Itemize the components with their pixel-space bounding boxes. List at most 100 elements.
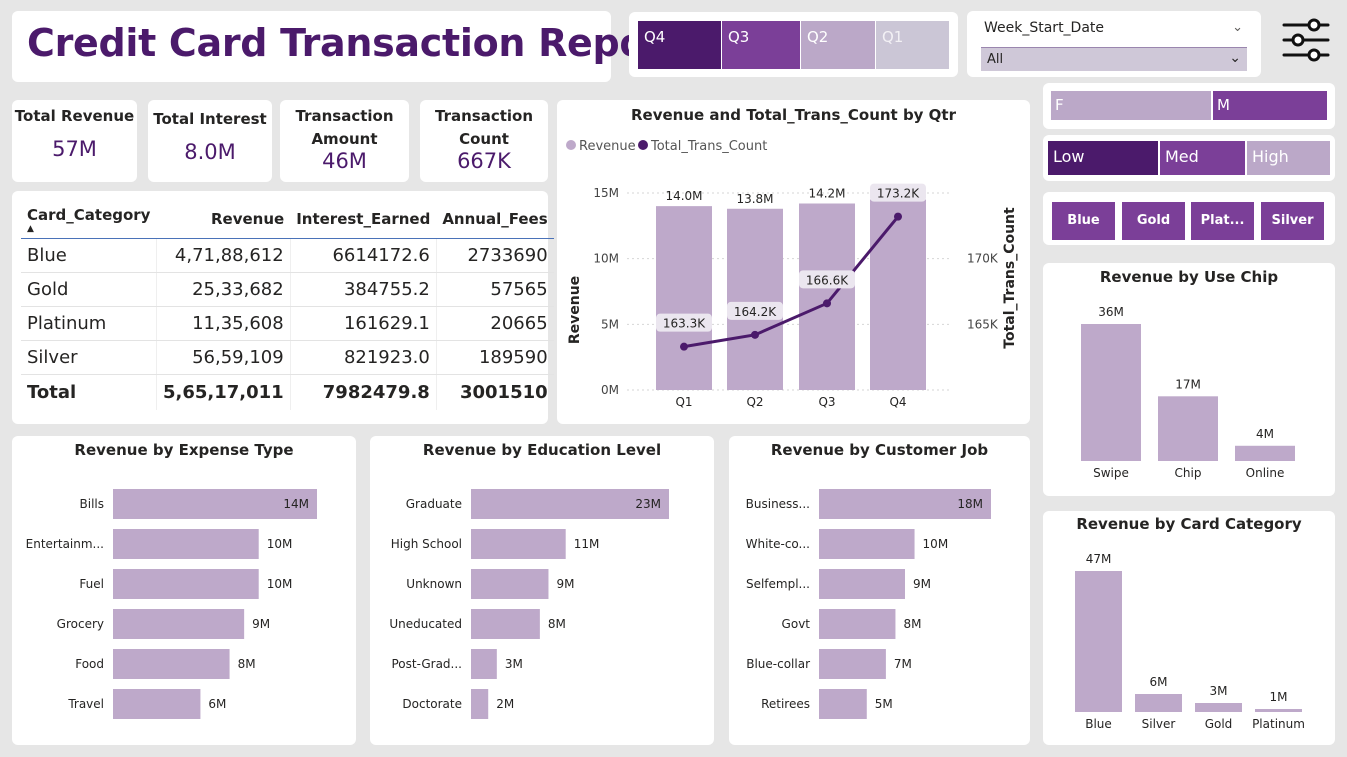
chart-legend: Revenue Total_Trans_Count xyxy=(566,139,767,154)
sort-ascending-icon[interactable]: ▲ xyxy=(27,224,150,233)
kpi-label: Transaction Amount xyxy=(295,107,394,148)
x-tick-label: Q2 xyxy=(746,395,763,409)
bar-travel[interactable] xyxy=(113,689,201,719)
data-label: 6M xyxy=(208,697,226,711)
revenue-by-customer-job-chart: Revenue by Customer Job Business... 18M Wh… xyxy=(729,436,1030,745)
bar-swipe[interactable] xyxy=(1081,324,1141,461)
y-axis-title: Revenue xyxy=(567,276,583,344)
bar-silver[interactable] xyxy=(1135,694,1182,712)
data-label: 3M xyxy=(1210,684,1228,698)
quarter-tile-q2[interactable]: Q2 xyxy=(801,21,875,69)
table-row[interactable]: Blue 4,71,88,612 6614172.6 2733690 xyxy=(21,238,554,273)
table-cell: Gold xyxy=(21,272,157,307)
data-label: 164.2K xyxy=(734,305,777,319)
card-category-svg: 47M Blue 6M Silver 3M Gold 1M Platinum xyxy=(1075,552,1305,731)
bar-doctorate[interactable] xyxy=(471,689,489,719)
bar-retirees[interactable] xyxy=(819,689,867,719)
income-tile-high[interactable]: High xyxy=(1247,141,1330,175)
y2-axis-title: Total_Trans_Count xyxy=(1002,207,1018,349)
gender-tile-m[interactable]: M xyxy=(1213,91,1327,120)
data-label: 166.6K xyxy=(806,273,849,287)
kpi-value: 8.0M xyxy=(184,140,236,164)
bar-food[interactable] xyxy=(113,649,230,679)
data-label: 3M xyxy=(505,657,523,671)
bar-platinum[interactable] xyxy=(1255,709,1302,712)
week-slicer-dropdown[interactable]: All ⌄ xyxy=(981,47,1247,71)
line-point[interactable] xyxy=(680,342,688,351)
bar-whiteco[interactable] xyxy=(819,529,915,559)
bar-revenue-q3[interactable] xyxy=(799,203,855,390)
income-tile-low[interactable]: Low xyxy=(1048,141,1158,175)
bar-grocery[interactable] xyxy=(113,609,245,639)
column-header-annual-fees[interactable]: Annual_Fees xyxy=(436,200,554,239)
table-total-row: Total 5,65,17,011 7982479.8 3001510 xyxy=(21,373,554,410)
column-header-revenue[interactable]: Revenue xyxy=(156,200,291,239)
data-label: 8M xyxy=(903,617,921,631)
table-row[interactable]: Silver 56,59,109 821923.0 189590 xyxy=(21,340,554,375)
bar-online[interactable] xyxy=(1235,445,1295,461)
category-label: Govt xyxy=(782,617,811,631)
category-label: Post-Grad... xyxy=(391,657,462,671)
sliders-icon[interactable] xyxy=(1280,13,1334,67)
card-tile-plat[interactable]: Plat... xyxy=(1191,202,1254,240)
column-header-interest-earned[interactable]: Interest_Earned xyxy=(290,200,437,239)
table-row[interactable]: Platinum 11,35,608 161629.1 20665 xyxy=(21,306,554,341)
combo-chart-svg: Revenue Total_Trans_Count 0M 5M 10M 15M 165K 17… xyxy=(566,139,1018,409)
line-point[interactable] xyxy=(751,330,759,339)
table-cell: 56,59,109 xyxy=(155,340,291,375)
quarter-tile-q4[interactable]: Q4 xyxy=(638,21,721,69)
kpi-label: Total Revenue xyxy=(14,107,135,125)
card-category-slicer: Blue Gold Plat... Silver xyxy=(1043,192,1335,245)
bar-selfempl[interactable] xyxy=(819,569,905,599)
category-label: Retirees xyxy=(761,697,810,711)
bar-entertainm[interactable] xyxy=(113,529,259,559)
x-tick-label: Platinum xyxy=(1252,717,1305,731)
category-label: Business... xyxy=(746,497,810,511)
bar-gold[interactable] xyxy=(1195,703,1242,712)
category-label: Travel xyxy=(67,697,104,711)
card-tile-silver[interactable]: Silver xyxy=(1261,202,1324,240)
data-label: 13.8M xyxy=(736,192,773,206)
education-level-svg: Graduate 23M High School 11M Unknown 9M Uneduc… xyxy=(389,489,669,719)
table-row[interactable]: Gold 25,33,682 384755.2 57565 xyxy=(21,272,554,307)
table-cell: Silver xyxy=(21,340,157,375)
line-point[interactable] xyxy=(823,299,831,308)
bar-bluecollar[interactable] xyxy=(819,649,886,679)
table-header-row: Card_Category ▲ Revenue Interest_Earned A… xyxy=(21,200,554,239)
chevron-down-icon[interactable]: ⌄ xyxy=(1232,20,1243,35)
data-label: 14M xyxy=(283,497,309,511)
card-category-table: Card_Category ▲ Revenue Interest_Earned A… xyxy=(12,191,554,424)
y-tick-label: 15M xyxy=(593,186,619,200)
data-label: 4M xyxy=(1256,427,1274,441)
bar-unknown[interactable] xyxy=(471,569,549,599)
category-label: Uneducated xyxy=(389,617,462,631)
bar-chip[interactable] xyxy=(1158,396,1218,461)
category-label: Fuel xyxy=(79,577,104,591)
kpi-value: 46M xyxy=(322,149,367,173)
quarter-tile-q1[interactable]: Q1 xyxy=(876,21,949,69)
bar-revenue-q1[interactable] xyxy=(656,206,712,390)
column-header-card-category[interactable]: Card_Category ▲ xyxy=(21,200,157,239)
income-tile-med[interactable]: Med xyxy=(1160,141,1245,175)
bar-govt[interactable] xyxy=(819,609,896,639)
data-label: 5M xyxy=(875,697,893,711)
bar-revenue-q2[interactable] xyxy=(727,208,783,390)
bar-revenue-q4[interactable] xyxy=(870,199,926,390)
bar-fuel[interactable] xyxy=(113,569,259,599)
card-tile-gold[interactable]: Gold xyxy=(1122,202,1185,240)
x-tick-label: Chip xyxy=(1175,466,1202,480)
bar-postgrad[interactable] xyxy=(471,649,497,679)
line-point[interactable] xyxy=(894,212,902,221)
x-tick-label: Silver xyxy=(1142,717,1176,731)
report-title: Credit Card Transaction Report xyxy=(27,21,682,65)
bar-uneducated[interactable] xyxy=(471,609,540,639)
gender-tile-f[interactable]: F xyxy=(1051,91,1211,120)
table-cell: 189590 xyxy=(435,340,554,375)
table-cell: 20665 xyxy=(435,306,554,341)
data-label: 17M xyxy=(1175,377,1201,391)
bar-blue[interactable] xyxy=(1075,571,1122,712)
kpi-value: 57M xyxy=(52,137,97,161)
card-tile-blue[interactable]: Blue xyxy=(1052,202,1115,240)
quarter-tile-q3[interactable]: Q3 xyxy=(722,21,800,69)
bar-highschool[interactable] xyxy=(471,529,566,559)
